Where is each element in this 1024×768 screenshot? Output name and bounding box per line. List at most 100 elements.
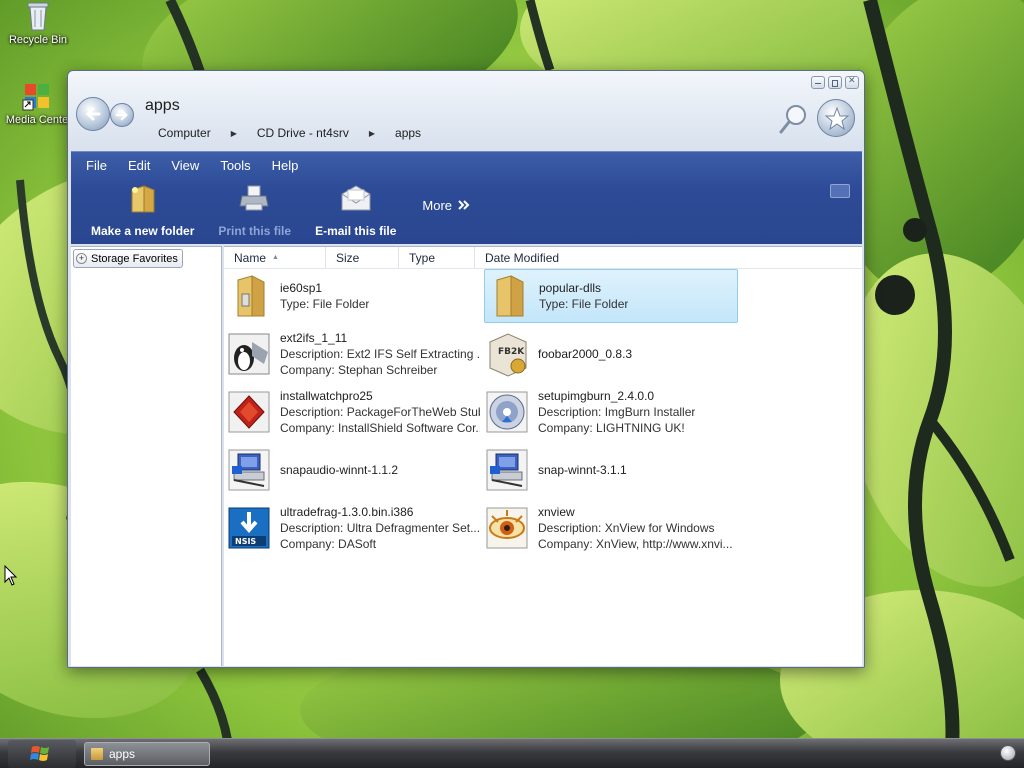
column-header-type[interactable]: Type (399, 247, 475, 268)
file-name: ultradefrag-1.3.0.bin.i386 (280, 505, 414, 519)
star-icon (824, 106, 850, 131)
file-detail: Company: InstallShield Software Cor... (280, 421, 480, 435)
column-header-size[interactable]: Size (326, 247, 399, 268)
column-header-name[interactable]: Name ▲ (224, 247, 326, 268)
mouse-cursor-icon (4, 565, 18, 586)
file-name: ext2ifs_1_11 (280, 331, 348, 345)
setup-computer-icon (226, 446, 274, 494)
search-button[interactable] (776, 101, 812, 137)
forward-button[interactable] (110, 103, 134, 127)
desktop-icon-label: Media Cente (5, 114, 69, 126)
command-label: Print this file (218, 224, 292, 238)
setup-computer-icon (484, 446, 532, 494)
folder-icon (226, 272, 274, 320)
file-detail: Description: ImgBurn Installer (538, 405, 696, 419)
maximize-button[interactable] (828, 76, 842, 89)
navigation-pane: + Storage Favorites (71, 246, 222, 666)
email-file-button[interactable]: E-mail this file (315, 182, 396, 240)
arrow-right-icon (115, 109, 128, 121)
system-tray-icon[interactable] (1000, 745, 1016, 761)
start-button[interactable] (8, 740, 76, 768)
double-chevron-right-icon (458, 200, 470, 210)
storage-favorites-tab[interactable]: + Storage Favorites (73, 249, 183, 268)
file-detail: Company: XnView, http://www.xnvi... (538, 537, 733, 551)
file-name: popular-dlls (539, 281, 602, 295)
favorites-tab-label: Storage Favorites (91, 252, 178, 265)
folder-icon (485, 272, 533, 320)
column-header-date-modified[interactable]: Date Modified (475, 247, 595, 268)
menu-file[interactable]: File (83, 158, 119, 173)
desktop-icon-recycle-bin[interactable]: Recycle Bin (1, 0, 75, 46)
file-item[interactable]: popular-dlls Type: File Folder (484, 269, 738, 323)
taskbar: apps (0, 738, 1024, 768)
sort-ascending-icon: ▲ (272, 254, 279, 261)
column-label: Type (409, 250, 436, 265)
file-detail: Company: Stephan Schreiber (280, 363, 438, 377)
print-file-button[interactable]: Print this file (218, 182, 291, 240)
file-name: setupimgburn_2.4.0.0 (538, 389, 655, 403)
command-label: E-mail this file (315, 224, 397, 238)
column-label: Size (336, 250, 360, 265)
chevron-right-icon: ▶ (230, 128, 237, 138)
file-item[interactable]: snapaudio-winnt-1.1.2 (226, 443, 480, 497)
file-item[interactable]: FB2K foobar2000_0.8.3 (484, 327, 738, 381)
file-detail: Description: XnView for Windows (538, 521, 715, 535)
file-item[interactable]: ext2ifs_1_11 Description: Ext2 IFS Self … (226, 327, 480, 381)
command-label: Make a new folder (91, 224, 195, 238)
file-item[interactable]: snap-winnt-3.1.1 (484, 443, 738, 497)
more-button[interactable]: More (422, 198, 470, 213)
column-label: Name (234, 250, 267, 265)
make-new-folder-button[interactable]: Make a new folder (91, 182, 194, 240)
menu-edit[interactable]: Edit (125, 158, 162, 173)
add-icon: + (76, 253, 87, 264)
file-item[interactable]: installwatchpro25 Description: PackageFo… (226, 385, 480, 439)
minimize-button[interactable] (811, 76, 825, 89)
file-detail: Type: File Folder (539, 297, 629, 311)
toolbar-toggle-button[interactable] (830, 184, 850, 198)
new-folder-icon (126, 182, 160, 216)
windows-logo-icon (30, 746, 49, 761)
installer-penguin-icon (226, 330, 274, 378)
recycle-bin-icon (22, 0, 54, 32)
chevron-right-icon: ▶ (368, 128, 376, 138)
desktop-icon-label: Recycle Bin (8, 34, 68, 46)
file-item[interactable]: NSIS ultradefrag-1.3.0.bin.i386 Descript… (226, 501, 480, 555)
file-name: installwatchpro25 (280, 389, 373, 403)
svg-text:NSIS: NSIS (235, 537, 256, 546)
xnview-eye-icon (484, 504, 532, 552)
breadcrumb-item[interactable]: apps (395, 126, 421, 140)
favorites-button[interactable] (817, 99, 855, 137)
arrow-left-icon (85, 107, 101, 121)
desktop-icon-media-center[interactable]: Media Cente (0, 80, 74, 126)
breadcrumb-item[interactable]: Computer (158, 126, 211, 140)
menu-help[interactable]: Help (269, 158, 311, 173)
back-button[interactable] (76, 97, 110, 131)
command-buttons: Make a new folder Print this file E-mail… (71, 178, 862, 240)
more-label: More (422, 197, 453, 213)
taskbar-button-label: apps (109, 747, 136, 761)
foobar-box-icon: FB2K (484, 330, 532, 378)
command-bar: File Edit View Tools Help Make a new fol… (71, 151, 862, 244)
installshield-icon (226, 388, 274, 436)
file-name: snapaudio-winnt-1.1.2 (280, 463, 399, 477)
close-button[interactable] (845, 76, 859, 89)
search-icon (779, 105, 806, 134)
menu-view[interactable]: View (168, 158, 211, 173)
file-detail: Company: DASoft (280, 537, 377, 551)
file-name: ie60sp1 (280, 281, 323, 295)
file-item[interactable]: setupimgburn_2.4.0.0 Description: ImgBur… (484, 385, 738, 439)
breadcrumb-item[interactable]: CD Drive - nt4srv (257, 126, 349, 140)
taskbar-button-apps[interactable]: apps (84, 742, 210, 766)
file-item[interactable]: xnview Description: XnView for Windows C… (484, 501, 738, 555)
breadcrumb: Computer ▶ CD Drive - nt4srv ▶ apps (158, 126, 421, 140)
printer-icon (238, 182, 272, 216)
menu-bar: File Edit View Tools Help (71, 152, 862, 178)
menu-tools[interactable]: Tools (217, 158, 262, 173)
folder-icon (91, 748, 103, 760)
file-name: xnview (538, 505, 575, 519)
window-title: apps (145, 97, 180, 114)
explorer-window: apps Computer ▶ CD Drive - nt4srv ▶ apps… (67, 70, 865, 668)
window-controls (811, 76, 859, 89)
column-headers: Name ▲ Size Type Date Modified (224, 247, 862, 269)
file-item[interactable]: ie60sp1 Type: File Folder (226, 269, 480, 323)
